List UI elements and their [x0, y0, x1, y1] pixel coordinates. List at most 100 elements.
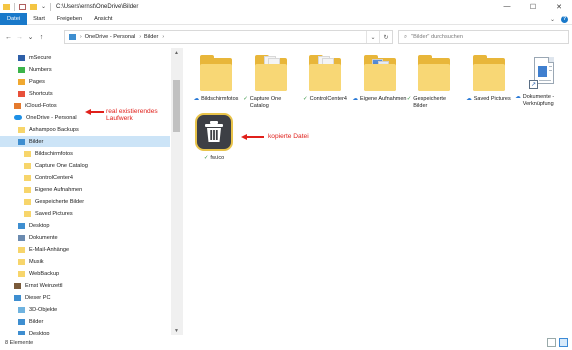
file-item[interactable]: ✓ ControlCenter4: [297, 54, 353, 103]
search-input[interactable]: ⌕ "Bilder" durchsuchen: [398, 30, 569, 44]
sync-ok-icon: ✓: [203, 155, 209, 161]
file-name: Saved Pictures: [473, 96, 511, 102]
expand-ribbon-icon[interactable]: ⌄: [550, 16, 555, 23]
scroll-up-icon[interactable]: ▲: [171, 48, 182, 57]
sidebar-item-label: Ashampoo Backups: [29, 126, 79, 133]
folder-icon: [24, 150, 31, 157]
quick-access-toolbar: ⌄: [0, 2, 52, 11]
annotation-onedrive: real existierendes Laufwerk: [106, 108, 158, 122]
trash-icon: [195, 113, 233, 151]
app-icon: [18, 90, 25, 97]
cloud-status-icon: ☁: [193, 96, 200, 102]
forward-button[interactable]: →: [14, 31, 25, 43]
sidebar-item[interactable]: Gespeicherte Bilder: [0, 196, 170, 207]
close-button[interactable]: ✕: [546, 0, 572, 13]
scroll-down-icon[interactable]: ▼: [171, 326, 182, 335]
scrollbar-thumb[interactable]: [173, 80, 180, 132]
tab-freigeben[interactable]: Freigeben: [51, 13, 88, 25]
pictures-location-icon: [69, 34, 76, 40]
file-view: ✓ fw.ico kopierte Datei ☁ Bildschirmfotos…: [184, 48, 572, 335]
file-name: Gespeicherte Bilder: [413, 96, 447, 109]
sidebar-item-label: Shortcuts: [29, 90, 53, 97]
search-placeholder: "Bilder" durchsuchen: [411, 34, 463, 40]
tab-start[interactable]: Start: [27, 13, 51, 25]
folder-icon: [416, 54, 452, 94]
file-item[interactable]: ☁ Bildschirmfotos: [188, 54, 244, 103]
maximize-button[interactable]: ☐: [520, 0, 546, 13]
breadcrumb-bilder[interactable]: Bilder: [144, 34, 158, 40]
sidebar-item[interactable]: 3D-Objekte: [0, 304, 170, 315]
annotation-ico: kopierte Datei: [268, 133, 309, 140]
file-item[interactable]: ✓ Gespeicherte Bilder: [406, 54, 462, 110]
sidebar-item[interactable]: ControlCenter4: [0, 172, 170, 183]
sidebar-item-label: Musik: [29, 258, 44, 265]
minimize-button[interactable]: —: [494, 0, 520, 13]
sidebar-item[interactable]: Pages: [0, 76, 170, 87]
file-item[interactable]: ☁ Eigene Aufnahmen: [352, 54, 408, 103]
tab-datei[interactable]: Datei: [0, 12, 28, 25]
sidebar-item[interactable]: WebBackup: [0, 268, 170, 279]
sidebar-item-label: ControlCenter4: [35, 174, 73, 181]
up-button[interactable]: ↑: [36, 31, 47, 43]
folder-icon: [18, 246, 25, 253]
large-icons-view-button[interactable]: [559, 338, 568, 347]
sidebar-item[interactable]: E-Mail-Anhänge: [0, 244, 170, 255]
sidebar-item[interactable]: Desktop: [0, 220, 170, 231]
sidebar-item[interactable]: Dokumente: [0, 232, 170, 243]
folder-icon: [307, 54, 343, 94]
folder-icon: [18, 258, 25, 265]
address-bar[interactable]: › OneDrive - Personal › Bilder › ⌄ ↻: [64, 30, 393, 44]
address-dropdown-icon[interactable]: ⌄: [366, 31, 379, 43]
file-item[interactable]: ↗ ☁ Dokumente - Verknüpfung: [515, 54, 571, 108]
refresh-icon[interactable]: ↻: [379, 31, 392, 43]
3d-objects-icon: [18, 306, 25, 313]
file-item[interactable]: ☁ Saved Pictures: [461, 54, 517, 103]
window-title: C:\Users\ernst\OneDrive\Bilder: [56, 3, 139, 10]
sidebar-item-label: Dieser PC: [25, 294, 51, 301]
file-item-fw-ico[interactable]: ✓ fw.ico: [194, 113, 234, 163]
sidebar-scrollbar[interactable]: ▲ ▼: [171, 48, 182, 335]
navigation-pane: Dokumente Desktop Bilder 3D-Objekte Dieser P…: [0, 48, 183, 335]
breadcrumb-onedrive[interactable]: OneDrive - Personal: [85, 34, 136, 40]
file-name: Capture One Catalog: [249, 96, 282, 109]
sidebar-item[interactable]: Bilder: [0, 136, 170, 147]
recent-locations-button[interactable]: ⌄: [25, 31, 36, 43]
title-bar: ⌄ C:\Users\ernst\OneDrive\Bilder — ☐ ✕: [0, 0, 572, 13]
sidebar-item[interactable]: Bilder: [0, 316, 170, 327]
file-name: Dokumente - Verknüpfung: [522, 94, 555, 107]
sidebar-item[interactable]: Bildschirmfotos: [0, 148, 170, 159]
sidebar-item[interactable]: Shortcuts: [0, 88, 170, 99]
sidebar-item[interactable]: Numbers: [0, 64, 170, 75]
ribbon-tabs: Datei Start Freigeben Ansicht ⌄ ?: [0, 12, 572, 25]
sidebar-item[interactable]: Desktop: [0, 328, 170, 335]
new-folder-icon[interactable]: [30, 3, 37, 10]
sidebar-item-label: Ernst Weinzettl: [25, 282, 63, 289]
file-item[interactable]: ✓ Capture One Catalog: [243, 54, 299, 110]
sidebar-item[interactable]: Dieser PC: [0, 292, 170, 303]
folder-icon: [253, 54, 289, 94]
properties-icon[interactable]: [19, 3, 26, 10]
sidebar-item[interactable]: Eigene Aufnahmen: [0, 184, 170, 195]
sidebar-item[interactable]: Ashampoo Backups: [0, 124, 170, 135]
folder-icon: [471, 54, 507, 94]
sidebar-item-label: Pages: [29, 78, 45, 85]
help-icon[interactable]: ?: [561, 15, 568, 23]
sidebar-item[interactable]: mSecure: [0, 52, 170, 63]
computer-icon: [14, 294, 21, 301]
sidebar-item[interactable]: Musik: [0, 256, 170, 267]
window-controls: — ☐ ✕: [494, 0, 572, 13]
sidebar-item-label: Bilder: [29, 318, 44, 325]
folder-icon: [18, 270, 25, 277]
back-button[interactable]: ←: [3, 31, 14, 43]
tab-ansicht[interactable]: Ansicht: [88, 13, 118, 25]
cloud-status-icon: ☁: [515, 94, 521, 100]
sidebar-item-label: 3D-Objekte: [29, 306, 58, 313]
sidebar-item-label: E-Mail-Anhänge: [29, 246, 70, 253]
sidebar-item-label: Desktop: [29, 222, 50, 229]
sidebar-item[interactable]: Capture One Catalog: [0, 160, 170, 171]
search-icon: ⌕: [404, 33, 408, 40]
details-view-button[interactable]: [547, 338, 556, 347]
customize-quick-access-icon[interactable]: ⌄: [41, 3, 46, 10]
sidebar-item[interactable]: Saved Pictures: [0, 208, 170, 219]
sidebar-item[interactable]: Ernst Weinzettl: [0, 280, 170, 291]
